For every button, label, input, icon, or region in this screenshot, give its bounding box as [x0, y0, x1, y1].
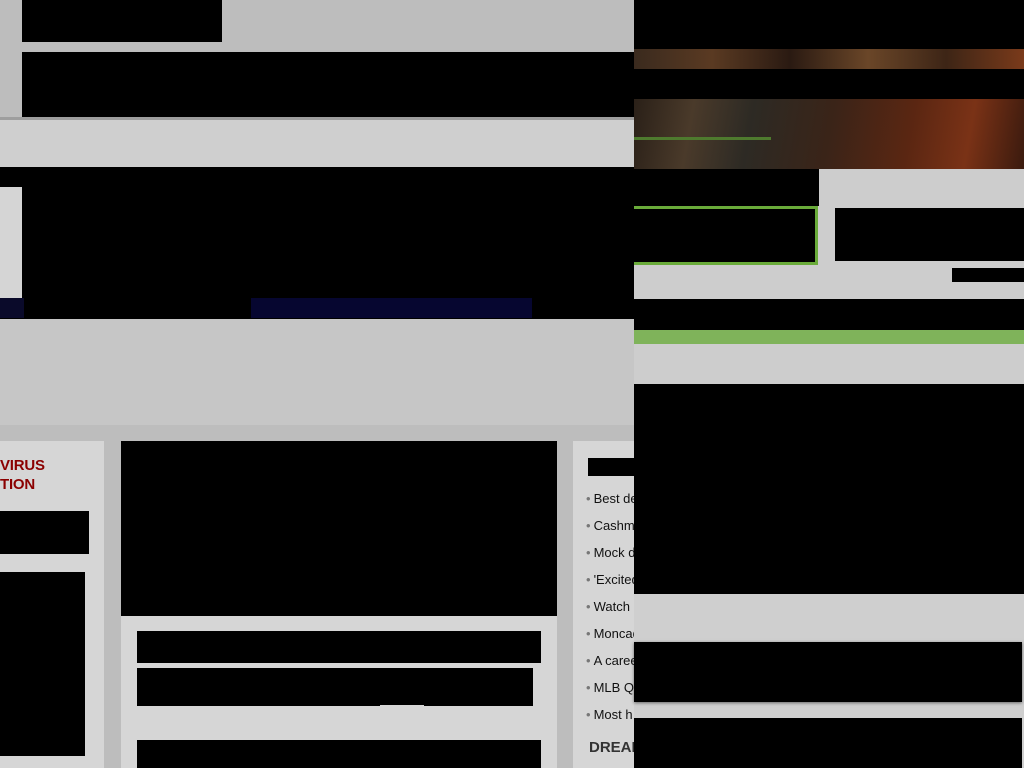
- photo-banner: [634, 49, 1024, 69]
- hero-bottom-accent: [0, 298, 24, 318]
- bullet-icon: •: [586, 653, 591, 668]
- headline-link[interactable]: Best de: [594, 491, 634, 506]
- headline-link[interactable]: Watch: [594, 599, 630, 614]
- accent-line: [634, 137, 771, 140]
- bullet-icon: •: [586, 599, 591, 614]
- list-item[interactable]: • Best de: [586, 490, 634, 517]
- video-player[interactable]: [121, 441, 557, 616]
- headlines-heading: [588, 458, 634, 476]
- primary-cta-button[interactable]: [634, 206, 818, 265]
- photo-banner: [634, 99, 1024, 169]
- bullet-icon: •: [586, 518, 591, 533]
- main-navigation: [0, 117, 634, 167]
- coronavirus-title-line: VIRUS: [0, 457, 45, 474]
- left-promo-box[interactable]: [0, 511, 89, 554]
- masthead-banner[interactable]: [22, 52, 634, 117]
- panel-strip: [634, 299, 1024, 330]
- bullet-icon: •: [586, 680, 591, 695]
- list-item[interactable]: • A caree: [586, 652, 634, 679]
- list-item[interactable]: •'Excited: [586, 571, 634, 598]
- left-feature-image[interactable]: [0, 572, 85, 756]
- panel-card[interactable]: [634, 642, 1022, 702]
- headline-link[interactable]: Moncad: [594, 626, 634, 641]
- site-logo[interactable]: [22, 0, 222, 42]
- headline-link[interactable]: MLB Q: [594, 680, 634, 695]
- headline-link[interactable]: A caree: [594, 653, 634, 668]
- green-divider: [634, 330, 1024, 344]
- list-item[interactable]: • Cashm: [586, 517, 634, 544]
- hero-banner[interactable]: [0, 167, 634, 319]
- list-item[interactable]: • MLB Q: [586, 679, 634, 706]
- bullet-icon: •: [586, 707, 591, 722]
- headline-link[interactable]: Cashm: [594, 518, 634, 533]
- bullet-icon: •: [586, 491, 591, 506]
- panel-feature-area[interactable]: [634, 384, 1024, 594]
- hero-bottom-accent: [251, 298, 532, 318]
- coronavirus-title-line: TION: [0, 476, 36, 493]
- coronavirus-section-title[interactable]: VIRUS TION: [0, 456, 90, 494]
- dream-section-title[interactable]: DREAM: [589, 739, 634, 756]
- center-headline[interactable]: [137, 668, 533, 706]
- bullet-icon: •: [586, 545, 591, 560]
- hero-edge: [0, 187, 22, 299]
- page: VIRUS TION • Best de • Cashm • Mock d • 'Exc…: [0, 0, 1024, 768]
- list-item[interactable]: • Mock d: [586, 544, 634, 571]
- headline-link[interactable]: Mock d: [594, 545, 634, 560]
- bullet-icon: •: [586, 626, 591, 641]
- headline-link[interactable]: Most h: [594, 707, 633, 722]
- panel-card[interactable]: [634, 718, 1022, 768]
- bullet-icon: •: [586, 572, 591, 587]
- headline-link[interactable]: 'Excited: [594, 572, 634, 587]
- secondary-cta-button[interactable]: [835, 208, 1024, 261]
- divider: [380, 705, 424, 707]
- list-item[interactable]: • Watch: [586, 598, 634, 625]
- center-headline[interactable]: [137, 740, 541, 768]
- panel-section: [634, 344, 1024, 384]
- small-link[interactable]: [952, 268, 1024, 282]
- center-headline[interactable]: [137, 631, 541, 663]
- list-item[interactable]: • Most h: [586, 706, 634, 733]
- headlines-list: •Best de •Cashm •Mock d •'Excited •Watch…: [586, 490, 634, 733]
- ad-space: [0, 319, 634, 425]
- list-item[interactable]: •Moncad: [586, 625, 634, 652]
